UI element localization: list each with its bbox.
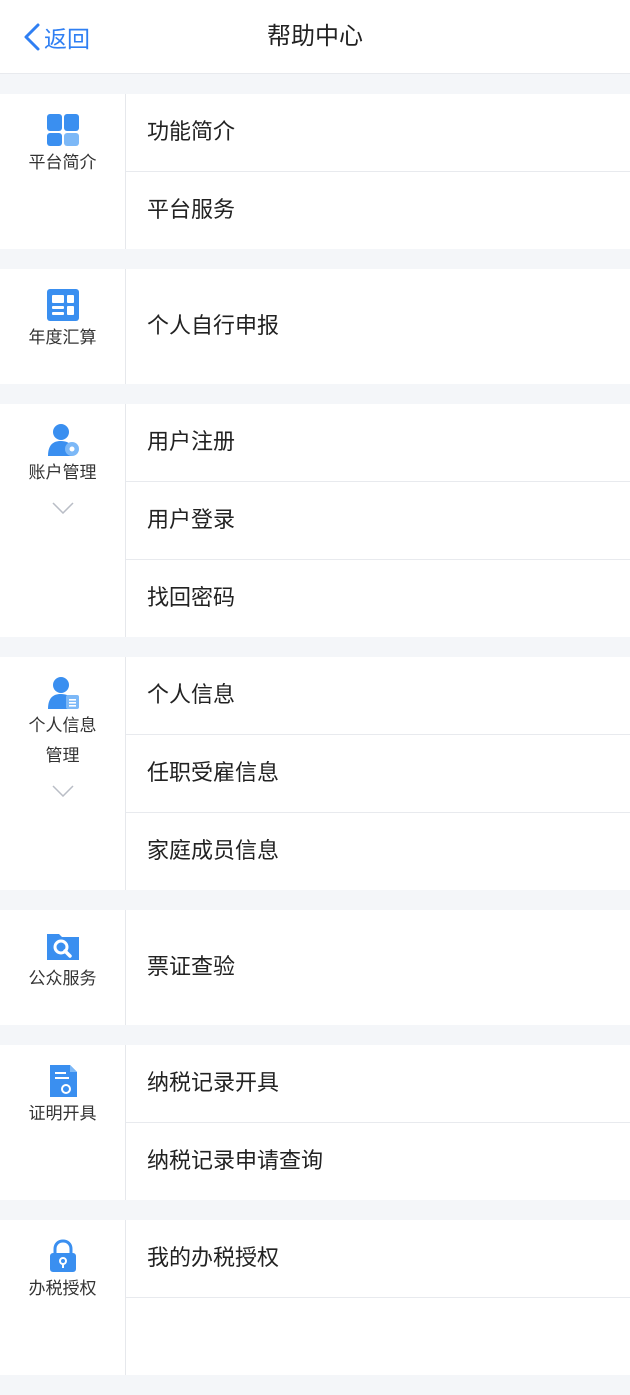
category-certificate: 证明开具 (0, 1045, 126, 1200)
list-item[interactable]: 任职受雇信息 (126, 735, 630, 813)
category-label: 年度汇算 (28, 328, 97, 348)
item-list: 纳税记录开具 纳税记录申请查询 (126, 1045, 630, 1200)
lock-icon (49, 1239, 76, 1272)
category-tax-authorization: 办税授权 (0, 1220, 126, 1375)
list-item[interactable]: 纳税记录申请查询 (126, 1123, 630, 1200)
item-list: 我的办税授权 (126, 1220, 630, 1375)
folder-search-icon (46, 934, 79, 960)
section-annual-settlement: 年度汇算 个人自行申报 (0, 269, 630, 384)
section-platform-intro: 平台简介 功能简介 平台服务 (0, 94, 630, 249)
category-platform-intro: 平台简介 (0, 94, 126, 249)
chevron-left-icon (24, 23, 40, 51)
section-personal-info: 个人信息管理 个人信息 任职受雇信息 家庭成员信息 (0, 657, 630, 890)
user-doc-icon (47, 677, 79, 709)
category-label: 公众服务 (28, 969, 97, 989)
item-list: 用户注册 用户登录 找回密码 (126, 404, 630, 637)
back-button[interactable]: 返回 (22, 18, 90, 56)
section-account-management: 账户管理 用户注册 用户登录 找回密码 (0, 404, 630, 637)
section-public-service: 公众服务 票证查验 (0, 910, 630, 1025)
list-item[interactable]: 个人自行申报 (126, 269, 630, 384)
item-list: 功能简介 平台服务 (126, 94, 630, 249)
category-personal-info[interactable]: 个人信息管理 (0, 657, 126, 890)
nav-bar: 返回 帮助中心 (0, 0, 630, 74)
back-label: 返回 (44, 27, 90, 53)
user-gear-icon (47, 424, 79, 456)
list-item[interactable]: 我的办税授权 (126, 1220, 630, 1298)
list-item[interactable]: 找回密码 (126, 560, 630, 637)
list-item[interactable]: 纳税记录开具 (126, 1045, 630, 1123)
item-list: 个人自行申报 (126, 269, 630, 384)
category-label: 办税授权 (28, 1279, 97, 1299)
list-item[interactable]: 用户注册 (126, 404, 630, 482)
list-item[interactable]: 平台服务 (126, 172, 630, 249)
list-item (126, 1298, 630, 1375)
list-item[interactable]: 个人信息 (126, 657, 630, 735)
list-item[interactable]: 票证查验 (126, 910, 630, 1025)
page-title: 帮助中心 (267, 22, 363, 50)
chevron-down-icon[interactable] (51, 785, 74, 797)
category-label: 个人信息管理 (28, 716, 97, 766)
chevron-down-icon[interactable] (51, 502, 74, 514)
dashboard-icon (46, 289, 79, 321)
item-list: 个人信息 任职受雇信息 家庭成员信息 (126, 657, 630, 890)
item-list: 票证查验 (126, 910, 630, 1025)
grid-icon (46, 114, 79, 146)
certificate-icon (49, 1065, 77, 1097)
list-item[interactable]: 功能简介 (126, 94, 630, 172)
category-annual-settlement: 年度汇算 (0, 269, 126, 384)
list-item[interactable]: 用户登录 (126, 482, 630, 560)
section-certificate: 证明开具 纳税记录开具 纳税记录申请查询 (0, 1045, 630, 1200)
category-account-management[interactable]: 账户管理 (0, 404, 126, 637)
help-sections: 平台简介 功能简介 平台服务 年度汇算 个人自行申报 账户管理 用户注册 用户登… (0, 94, 630, 1395)
category-public-service: 公众服务 (0, 910, 126, 1025)
section-tax-authorization: 办税授权 我的办税授权 (0, 1220, 630, 1375)
category-label: 平台简介 (28, 153, 97, 173)
list-item[interactable]: 家庭成员信息 (126, 813, 630, 890)
category-label: 账户管理 (28, 463, 97, 483)
category-label: 证明开具 (28, 1104, 97, 1124)
